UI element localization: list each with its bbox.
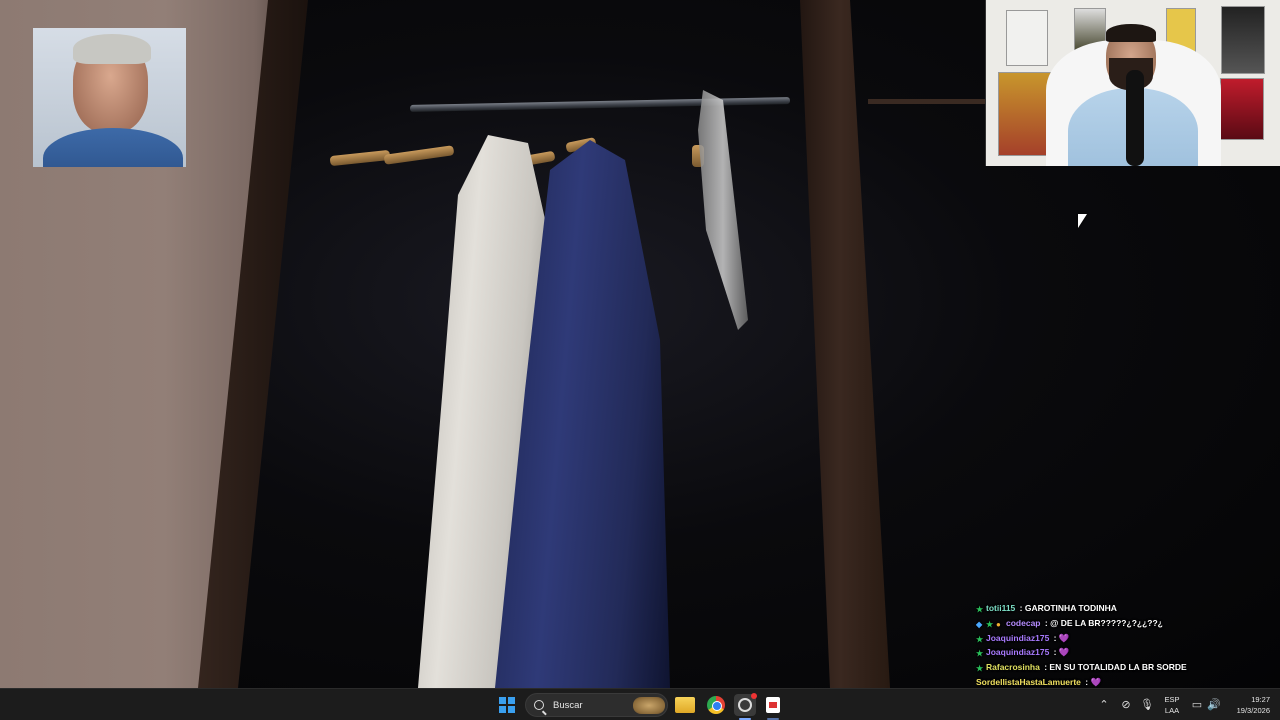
- chat-separator: :: [1051, 647, 1059, 658]
- portrait-shirt: [43, 128, 183, 167]
- hanging-paper: [698, 90, 748, 330]
- microphone-icon[interactable]: 🎙: [1140, 698, 1154, 712]
- taskbar-search[interactable]: Buscar: [525, 693, 668, 717]
- chat-emote-icon: 💜: [1090, 676, 1102, 687]
- taskbar: Buscar ⌃ ⊘ 🎙 ESP LAA ▭ 🔊 19:27 19/3/2026: [0, 688, 1280, 720]
- streamer-hair: [1106, 24, 1156, 42]
- poster: [1221, 6, 1265, 74]
- chevron-up-icon[interactable]: ⌃: [1097, 698, 1111, 712]
- hanger: [329, 149, 391, 167]
- chat-message: ◆ ★ ● codecap : @ DE LA BR?????¿?¿¿??¿: [976, 616, 1276, 631]
- chat-badge-icon: ★: [976, 664, 984, 674]
- chat-badge-icon: ★: [986, 619, 994, 629]
- language-indicator[interactable]: ESP LAA: [1160, 694, 1184, 716]
- chat-separator: :: [1051, 632, 1059, 643]
- chat-message: ★ Joaquindiaz175 : 💜: [976, 631, 1276, 646]
- chat-badge-icon: ◆: [976, 619, 983, 629]
- search-icon: [534, 700, 544, 710]
- clock[interactable]: 19:27 19/3/2026: [1226, 694, 1270, 716]
- chat-badge-icon: ★: [976, 649, 984, 659]
- volume-icon[interactable]: 🔊: [1207, 698, 1221, 712]
- language-code: ESP: [1164, 695, 1180, 704]
- chat-username: Joaquindiaz175: [986, 632, 1050, 643]
- chat-username: Rafacrosinha: [986, 662, 1040, 673]
- chat-username: totii115: [986, 603, 1016, 613]
- obs-icon[interactable]: [734, 693, 757, 716]
- mouse-cursor-icon: [1078, 214, 1087, 228]
- chat-separator: :: [1042, 617, 1051, 628]
- app-icon[interactable]: [762, 694, 784, 716]
- chat-badge-icon: ●: [996, 619, 1001, 629]
- chat-emote-icon: 💜: [1058, 632, 1070, 643]
- hanger: [383, 145, 455, 165]
- chat-text: EN SU TOTALIDAD LA BR SORDE: [1049, 662, 1187, 673]
- chat-username: Joaquindiaz175: [986, 647, 1050, 658]
- clock-date: 19/3/2026: [1236, 706, 1270, 715]
- chat-message: ★ Rafacrosinha : EN SU TOTALIDAD LA BR SO…: [976, 660, 1276, 675]
- chat-message: ★ totii115 : GAROTINHA TODINHA: [976, 601, 1276, 616]
- chat-username: SordellistaHastaLamuerte: [976, 676, 1081, 687]
- poster: [1006, 10, 1048, 66]
- chat-text: @ DE LA BR?????¿?¿¿??¿: [1050, 617, 1163, 628]
- chrome-icon[interactable]: [705, 694, 727, 716]
- chat-badge-icon: ★: [976, 605, 984, 614]
- search-highlight-image: [633, 697, 665, 714]
- closet-rod-side: [868, 99, 988, 104]
- monitor-icon[interactable]: ▭: [1190, 698, 1204, 712]
- network-icon[interactable]: ⊘: [1119, 698, 1133, 712]
- search-label: Buscar: [553, 699, 583, 711]
- poster: [1220, 78, 1264, 140]
- start-icon[interactable]: [496, 694, 518, 716]
- chat-separator: :: [1017, 603, 1025, 613]
- chat-text: GAROTINHA TODINHA: [1024, 603, 1117, 613]
- webcam-overlay: [985, 0, 1280, 166]
- closet-rod: [409, 97, 791, 112]
- portrait-hair: [73, 34, 151, 64]
- keyboard-layout: LAA: [1164, 706, 1180, 715]
- clock-time: 19:27: [1251, 695, 1270, 704]
- chat-message: ★ Joaquindiaz175 : 💜: [976, 645, 1276, 660]
- file-explorer-icon[interactable]: [675, 697, 695, 713]
- chat-username: codecap: [1006, 617, 1041, 628]
- microphone: [1126, 70, 1144, 166]
- notification-dot: [751, 693, 757, 699]
- chat-emote-icon: 💜: [1058, 647, 1070, 658]
- portrait-overlay: [33, 28, 186, 167]
- chat-badge-icon: ★: [976, 634, 984, 644]
